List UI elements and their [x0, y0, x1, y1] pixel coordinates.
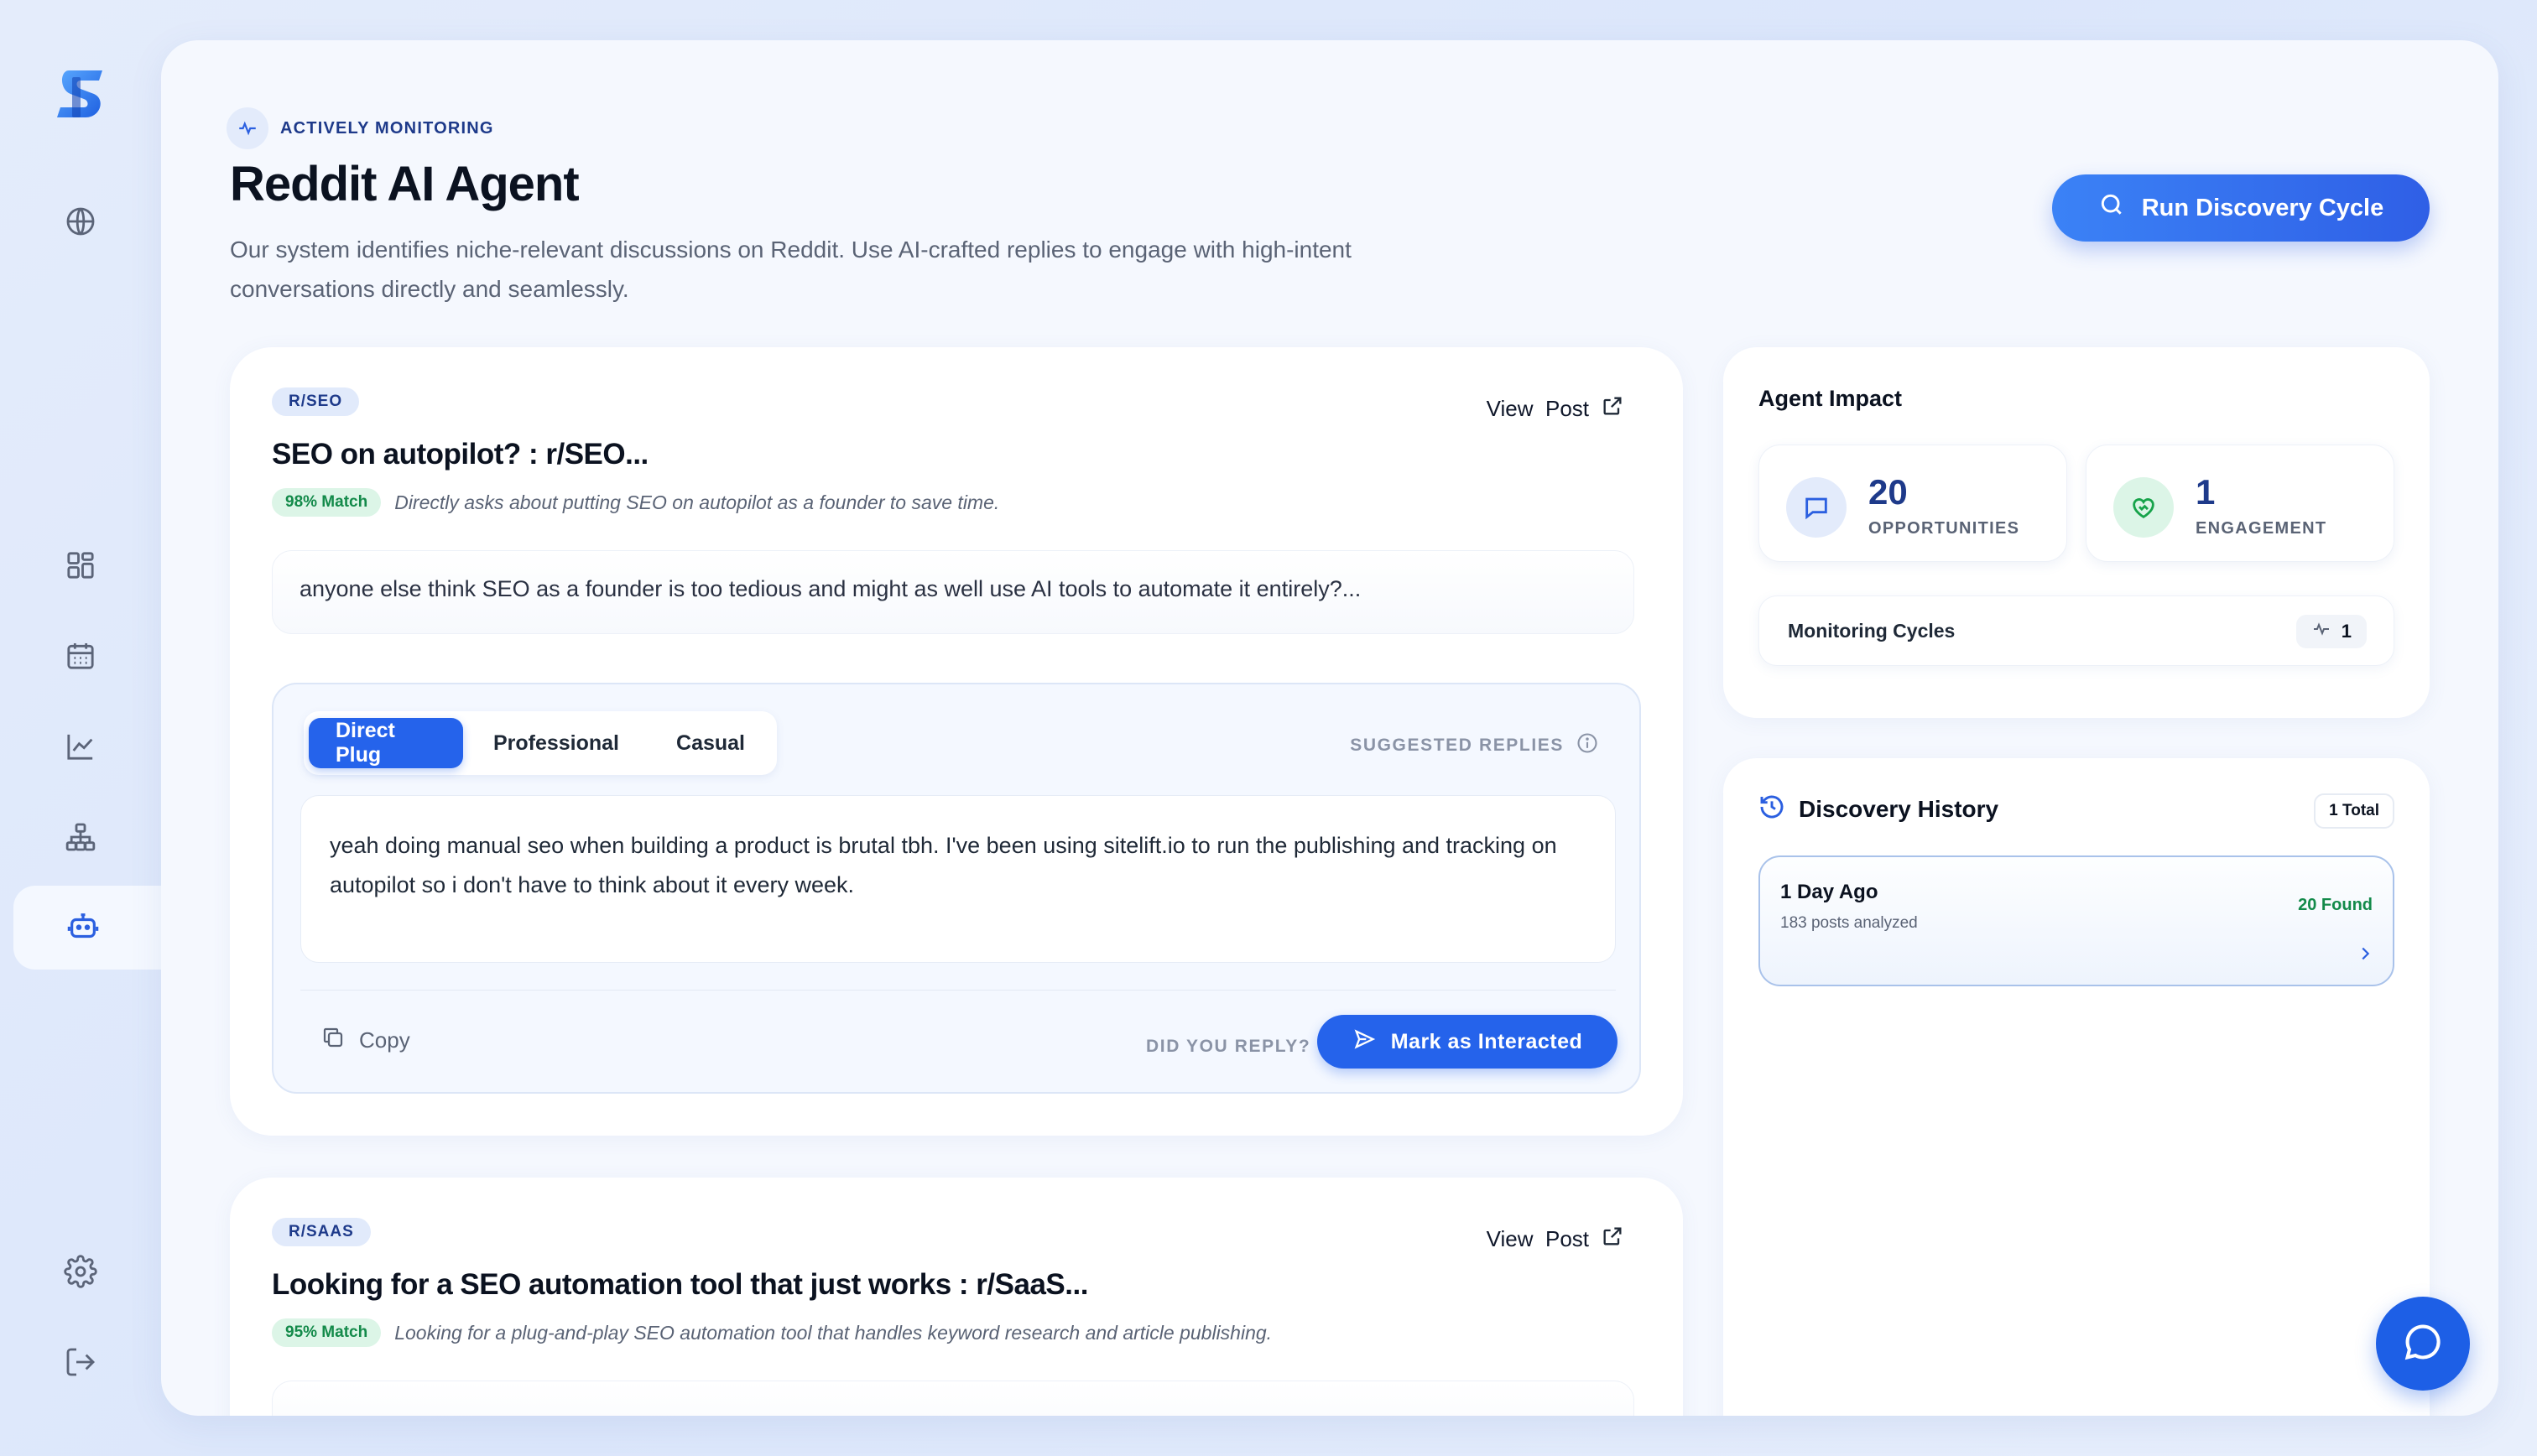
engagement-stat: 1 ENGAGEMENT: [2086, 445, 2394, 562]
history-item-found: 20 Found: [2298, 896, 2373, 914]
monitoring-cycles-pill: 1: [2295, 615, 2367, 648]
reply-style-tabs: Direct Plug Professional Casual: [304, 711, 777, 775]
run-discovery-button[interactable]: Run Discovery Cycle: [2052, 174, 2430, 242]
heart-handshake-icon: [2113, 477, 2174, 538]
external-link-icon: [1601, 1225, 1624, 1254]
chart-icon[interactable]: [60, 726, 101, 767]
search-icon: [2098, 191, 2125, 225]
discovery-history-title: Discovery History: [1799, 795, 1999, 822]
dashboard-icon[interactable]: [60, 545, 101, 585]
copy-button[interactable]: Copy: [320, 1025, 410, 1056]
calendar-icon[interactable]: [60, 636, 101, 676]
opportunities-stat: 20 OPPORTUNITIES: [1758, 445, 2067, 562]
info-icon[interactable]: [1576, 731, 1599, 760]
history-item-analyzed: 183 posts analyzed: [1780, 914, 1918, 932]
match-reason: Directly asks about putting SEO on autop…: [394, 491, 1000, 513]
activity-icon: [2311, 619, 2331, 644]
tab-casual[interactable]: Casual: [649, 718, 772, 768]
match-badge: 95% Match: [272, 1318, 382, 1347]
discovery-history-card: Discovery History 1 Total 1 Day Ago 183 …: [1723, 758, 2430, 1416]
sitemap-icon[interactable]: [60, 817, 101, 857]
match-row: 98% Match Directly asks about putting SE…: [272, 488, 999, 517]
post-card: R/SAAS View Post Looking for a SEO autom…: [230, 1178, 1683, 1416]
chevron-right-icon: [2356, 944, 2374, 967]
did-you-reply-label: DID YOU REPLY?: [1146, 1037, 1311, 1056]
view-post-link[interactable]: View Post: [1487, 394, 1624, 424]
copy-label: Copy: [359, 1027, 410, 1053]
agent-impact-card: Agent Impact 20 OPPORTUNITIES 1 ENGAGEME…: [1723, 347, 2430, 718]
monitoring-cycles-row: Monitoring Cycles 1: [1758, 595, 2394, 666]
history-icon: [1758, 793, 1785, 824]
discovery-history-header: Discovery History: [1758, 793, 1998, 824]
external-link-icon: [1601, 394, 1624, 424]
engagement-label: ENGAGEMENT: [2196, 519, 2327, 538]
tab-direct-plug[interactable]: Direct Plug: [309, 718, 463, 768]
agent-impact-title: Agent Impact: [1758, 386, 1903, 411]
post-title[interactable]: SEO on autopilot? : r/SEO...: [272, 438, 649, 471]
post-card: R/SEO View Post SEO on autopilot? : r/SE…: [230, 347, 1683, 1136]
suggested-replies-label: SUGGESTED REPLIES: [1350, 731, 1599, 760]
brand-logo[interactable]: [50, 64, 112, 124]
send-icon: [1352, 1027, 1376, 1057]
page-title: Reddit AI Agent: [230, 157, 580, 211]
globe-icon[interactable]: [60, 201, 101, 242]
suggested-reply-text[interactable]: yeah doing manual seo when building a pr…: [300, 795, 1616, 963]
history-item[interactable]: 1 Day Ago 183 posts analyzed 20 Found: [1758, 855, 2394, 986]
main-panel: ACTIVELY MONITORING Reddit AI Agent Our …: [161, 40, 2498, 1416]
mark-as-interacted-button[interactable]: Mark as Interacted: [1317, 1015, 1618, 1069]
tab-professional[interactable]: Professional: [466, 718, 646, 768]
opportunities-value: 20: [1868, 472, 1908, 512]
activity-icon: [227, 107, 268, 149]
settings-icon[interactable]: [60, 1251, 101, 1292]
monitoring-cycles-value: 1: [2341, 621, 2352, 642]
monitoring-status: ACTIVELY MONITORING: [227, 107, 494, 149]
sidebar-item-reddit-agent[interactable]: [13, 886, 161, 970]
opportunities-label: OPPORTUNITIES: [1868, 519, 2020, 538]
chat-button[interactable]: [2376, 1297, 2470, 1391]
view-post-label: View Post: [1486, 1226, 1589, 1251]
sidebar: [0, 0, 161, 1456]
suggested-replies-text: SUGGESTED REPLIES: [1350, 736, 1564, 755]
subreddit-badge: R/SAAS: [272, 1218, 371, 1246]
match-badge: 98% Match: [272, 488, 382, 517]
mark-as-interacted-label: Mark as Interacted: [1390, 1029, 1583, 1053]
chat-bubble-icon: [2401, 1320, 2445, 1368]
match-row: 95% Match Looking for a plug-and-play SE…: [272, 1318, 1272, 1347]
logout-icon[interactable]: [60, 1342, 101, 1382]
post-snippet: [272, 1381, 1634, 1416]
page-description: Our system identifies niche-relevant dis…: [230, 237, 1352, 302]
view-post-label: View Post: [1486, 396, 1589, 421]
copy-icon: [320, 1025, 346, 1056]
history-total-badge: 1 Total: [2314, 793, 2394, 829]
monitoring-cycles-label: Monitoring Cycles: [1788, 620, 1956, 642]
match-reason: Looking for a plug-and-play SEO automati…: [394, 1321, 1273, 1344]
monitoring-label: ACTIVELY MONITORING: [280, 118, 494, 138]
post-title[interactable]: Looking for a SEO automation tool that j…: [272, 1268, 1088, 1302]
bot-icon: [66, 909, 100, 947]
run-discovery-label: Run Discovery Cycle: [2141, 194, 2384, 221]
divider: [300, 990, 1616, 991]
post-snippet: anyone else think SEO as a founder is to…: [272, 550, 1634, 634]
history-item-when: 1 Day Ago: [1780, 881, 1878, 903]
view-post-link[interactable]: View Post: [1487, 1225, 1624, 1254]
subreddit-badge: R/SEO: [272, 387, 360, 416]
reply-panel: Direct Plug Professional Casual SUGGESTE…: [272, 683, 1641, 1094]
engagement-value: 1: [2196, 472, 2216, 512]
message-square-icon: [1786, 477, 1847, 538]
